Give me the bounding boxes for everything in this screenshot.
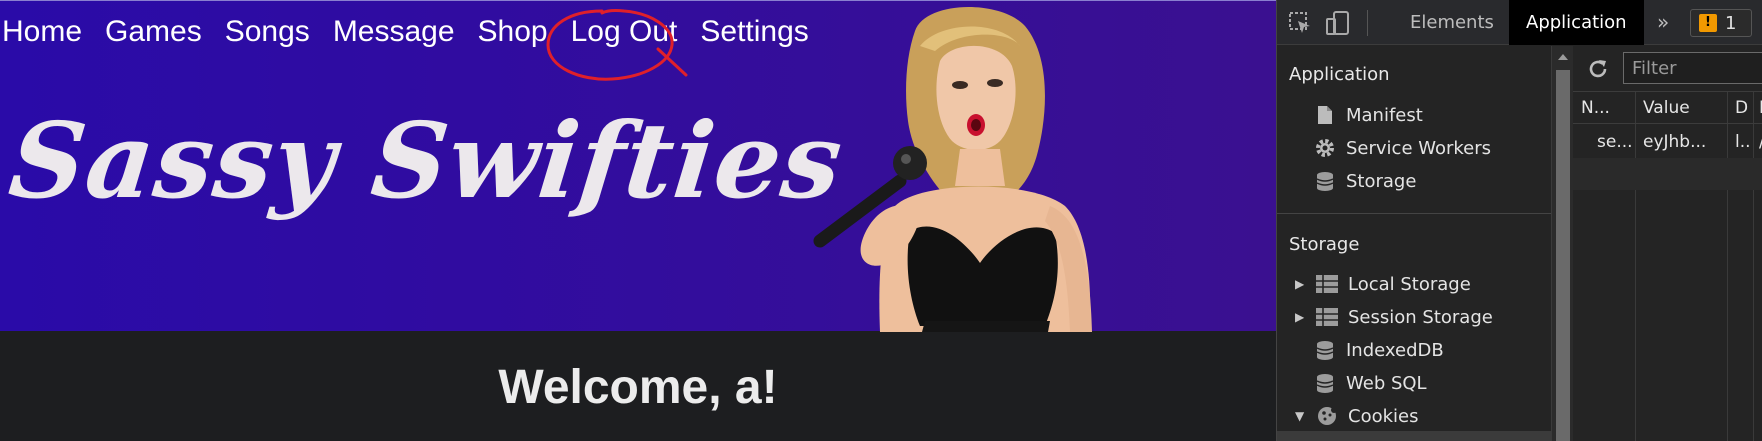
- column-header-value[interactable]: Value: [1643, 92, 1725, 124]
- gear-icon: [1313, 137, 1337, 159]
- more-tabs-icon[interactable]: »: [1657, 0, 1669, 45]
- sidebar-divider: [1277, 213, 1551, 214]
- cookie-value-cell: eyJhb...: [1643, 132, 1707, 152]
- toolbar-divider: [1367, 10, 1368, 36]
- nav-home-link[interactable]: Home: [2, 15, 82, 49]
- web-page: Home Games Songs Message Shop Log Out Se…: [0, 0, 1276, 441]
- nav-message-link[interactable]: Message: [333, 15, 455, 49]
- device-toolbar-icon[interactable]: [1325, 10, 1351, 36]
- nav-games-link[interactable]: Games: [105, 15, 202, 49]
- scroll-up-arrow-icon[interactable]: [1558, 54, 1568, 60]
- tab-elements[interactable]: Elements: [1410, 0, 1494, 45]
- database-icon: [1313, 339, 1337, 361]
- expand-arrow-icon[interactable]: ▶: [1295, 277, 1311, 291]
- collapse-arrow-icon[interactable]: ▼: [1295, 409, 1311, 423]
- expand-arrow-icon[interactable]: ▶: [1295, 310, 1311, 324]
- issues-count: 1: [1725, 12, 1737, 34]
- cookie-pane: N... Value D P se... eyJhb... l... /: [1573, 46, 1762, 441]
- nav-settings-link[interactable]: Settings: [700, 15, 808, 49]
- cookie-domain-cell: l...: [1735, 132, 1751, 152]
- filter-bar: [1573, 46, 1762, 92]
- storage-section-title: Storage: [1289, 234, 1360, 255]
- inspect-element-icon[interactable]: [1287, 10, 1313, 36]
- devtools-toolbar: Elements Application » ! 1: [1277, 0, 1762, 45]
- table-grid-icon: [1315, 306, 1339, 328]
- singer-photo: [813, 7, 1092, 332]
- cookie-name-cell: se...: [1597, 132, 1633, 152]
- nav-songs-link[interactable]: Songs: [225, 15, 310, 49]
- sidebar-item-local-storage[interactable]: ▶ Local Storage: [1295, 269, 1471, 299]
- filter-input[interactable]: [1623, 52, 1762, 84]
- sidebar-scrollbar[interactable]: [1551, 46, 1573, 441]
- warning-icon: !: [1699, 14, 1717, 32]
- sidebar-item-session-storage[interactable]: ▶ Session Storage: [1295, 302, 1493, 332]
- application-section-title: Application: [1289, 64, 1390, 85]
- tab-application[interactable]: Application: [1509, 0, 1644, 45]
- sidebar-item-cookies[interactable]: ▼ Cookies: [1295, 401, 1418, 431]
- cookie-icon: [1315, 405, 1339, 427]
- selected-row-highlight[interactable]: [1277, 431, 1551, 441]
- database-icon: [1313, 170, 1337, 192]
- sidebar-item-service-workers[interactable]: Service Workers: [1313, 133, 1491, 163]
- table-row[interactable]: se... eyJhb... l... /: [1573, 126, 1762, 158]
- nav-logout-link[interactable]: Log Out: [571, 15, 678, 49]
- database-icon: [1313, 372, 1337, 394]
- nav-shop-link[interactable]: Shop: [478, 15, 548, 49]
- application-sidebar: Application Manifest Service Workers Sto…: [1277, 46, 1551, 441]
- sidebar-item-storage[interactable]: Storage: [1313, 166, 1416, 196]
- devtools-panel: Elements Application » ! 1 Application M…: [1276, 0, 1762, 441]
- table-header: N... Value D P: [1573, 92, 1762, 124]
- scrollbar-thumb[interactable]: [1556, 70, 1570, 441]
- table-row-empty: [1573, 158, 1762, 190]
- site-title: Sassy Swifties: [4, 99, 849, 222]
- refresh-icon[interactable]: [1585, 56, 1611, 82]
- column-header-name[interactable]: N...: [1581, 92, 1633, 124]
- welcome-heading: Welcome, a!: [498, 361, 778, 414]
- table-grid-icon: [1315, 273, 1339, 295]
- issues-badge[interactable]: ! 1: [1690, 9, 1752, 37]
- site-nav: Home Games Songs Message Shop Log Out Se…: [2, 15, 809, 49]
- sidebar-item-indexeddb[interactable]: IndexedDB: [1313, 335, 1444, 365]
- column-header-domain[interactable]: D: [1735, 92, 1751, 124]
- site-banner: Home Games Songs Message Shop Log Out Se…: [0, 0, 1276, 332]
- sidebar-item-manifest[interactable]: Manifest: [1313, 100, 1423, 130]
- file-icon: [1313, 104, 1337, 126]
- sidebar-item-web-sql[interactable]: Web SQL: [1313, 368, 1427, 398]
